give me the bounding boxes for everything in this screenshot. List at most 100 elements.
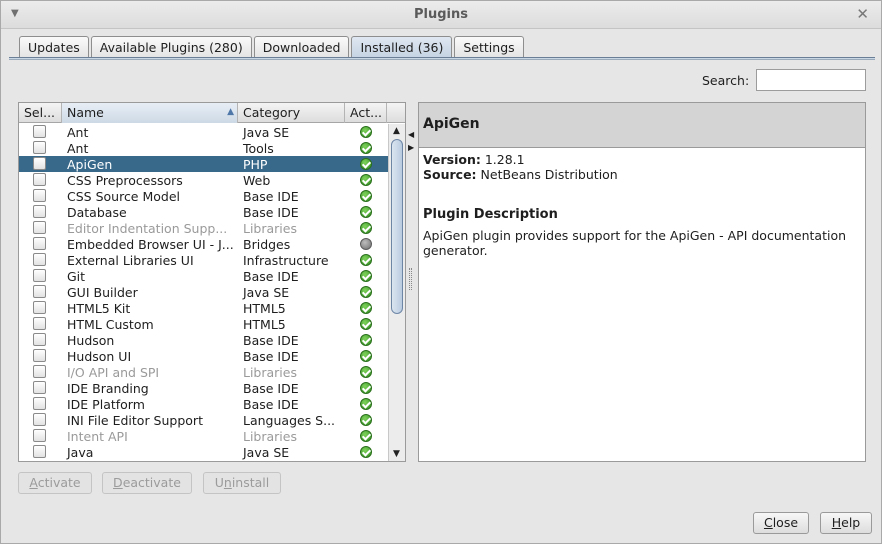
row-category: Java SE (243, 284, 290, 300)
uninstall-label-post: install (231, 475, 270, 490)
table-row[interactable]: CSS Preprocessors Web (19, 172, 388, 188)
active-check-icon (360, 430, 372, 442)
row-checkbox[interactable] (33, 381, 46, 394)
detail-title: ApiGen (419, 103, 865, 148)
activate-mnemonic: A (29, 475, 38, 490)
tab-installed[interactable]: Installed (36) (351, 36, 453, 58)
help-mnemonic: H (831, 515, 842, 530)
row-checkbox[interactable] (33, 301, 46, 314)
row-checkbox[interactable] (33, 125, 46, 138)
row-checkbox[interactable] (33, 397, 46, 410)
uninstall-button[interactable]: Uninstall (203, 472, 281, 494)
row-name: IDE Branding (67, 380, 149, 396)
table-row[interactable]: IDE Branding Base IDE (19, 380, 388, 396)
expand-right-icon[interactable]: ▶ (408, 143, 414, 152)
row-checkbox[interactable] (33, 157, 46, 170)
close-button[interactable]: Close (753, 512, 809, 534)
help-button[interactable]: Help (820, 512, 872, 534)
row-select-cell (19, 380, 62, 396)
close-label: lose (772, 515, 799, 530)
row-checkbox[interactable] (33, 365, 46, 378)
scroll-up-icon[interactable]: ▲ (393, 126, 400, 136)
table-row[interactable]: HTML Custom HTML5 (19, 316, 388, 332)
table-row[interactable]: Ant Java SE (19, 124, 388, 140)
table-row[interactable]: Ant Tools (19, 140, 388, 156)
row-checkbox[interactable] (33, 237, 46, 250)
close-mnemonic: C (763, 515, 773, 530)
column-header-category[interactable]: Category (238, 103, 345, 123)
row-checkbox[interactable] (33, 349, 46, 362)
active-check-icon (360, 286, 372, 298)
description-heading: Plugin Description (423, 207, 558, 222)
table-row[interactable]: GUI Builder Java SE (19, 284, 388, 300)
row-checkbox[interactable] (33, 317, 46, 330)
table-row[interactable]: Java Java SE (19, 444, 388, 460)
table-row[interactable]: Hudson Base IDE (19, 332, 388, 348)
table-body: Ant Java SE Ant Tools ApiGen PHP CSS Preproces… (19, 124, 388, 460)
row-checkbox[interactable] (33, 333, 46, 346)
activate-button[interactable]: Activate (18, 472, 92, 494)
row-name: External Libraries UI (67, 252, 194, 268)
row-name: HTML5 Kit (67, 300, 131, 316)
tab-downloaded[interactable]: Downloaded (253, 36, 350, 58)
table-row[interactable]: External Libraries UI Infrastructure (19, 252, 388, 268)
row-checkbox[interactable] (33, 205, 46, 218)
row-active-cell (345, 172, 387, 188)
collapse-left-icon[interactable]: ◀ (408, 130, 414, 139)
search-input[interactable] (756, 69, 866, 91)
table-row[interactable]: Editor Indentation Supp... Libraries (19, 220, 388, 236)
column-header-select[interactable]: Sel... (19, 103, 62, 123)
row-checkbox[interactable] (33, 253, 46, 266)
table-row[interactable]: Git Base IDE (19, 268, 388, 284)
tab-available-plugins[interactable]: Available Plugins (280) (90, 36, 252, 58)
table-row[interactable]: Database Base IDE (19, 204, 388, 220)
table-row[interactable]: INI File Editor Support Languages S... (19, 412, 388, 428)
row-checkbox[interactable] (33, 141, 46, 154)
scroll-down-icon[interactable]: ▼ (393, 449, 400, 459)
table-row[interactable]: I/O API and SPI Libraries (19, 364, 388, 380)
row-checkbox[interactable] (33, 429, 46, 442)
row-active-cell (345, 412, 387, 428)
table-row[interactable]: Hudson UI Base IDE (19, 348, 388, 364)
row-checkbox[interactable] (33, 285, 46, 298)
deactivate-button[interactable]: Deactivate (102, 472, 192, 494)
table-row[interactable]: Embedded Browser UI - J... Bridges (19, 236, 388, 252)
tab-settings[interactable]: Settings (454, 36, 524, 58)
row-select-cell (19, 268, 62, 284)
close-icon[interactable]: ✕ (856, 5, 869, 23)
active-check-icon (360, 446, 372, 458)
row-category: Libraries (243, 220, 297, 236)
row-active-cell (345, 284, 387, 300)
row-checkbox[interactable] (33, 189, 46, 202)
row-name: CSS Preprocessors (67, 172, 183, 188)
row-active-cell (345, 348, 387, 364)
row-name: IDE Platform (67, 396, 145, 412)
table-row[interactable]: Intent API Libraries (19, 428, 388, 444)
row-active-cell (345, 252, 387, 268)
column-header-name[interactable]: Name ▲ (62, 103, 238, 123)
row-checkbox[interactable] (33, 173, 46, 186)
search-label: Search: (702, 73, 750, 88)
row-checkbox[interactable] (33, 221, 46, 234)
table-row[interactable]: HTML5 Kit HTML5 (19, 300, 388, 316)
split-pane-divider[interactable]: ◀ ▶ (407, 102, 417, 462)
row-checkbox[interactable] (33, 445, 46, 458)
active-check-icon (360, 366, 372, 378)
row-select-cell (19, 300, 62, 316)
row-category: Base IDE (243, 204, 299, 220)
table-row[interactable]: ApiGen PHP (19, 156, 388, 172)
row-name: Editor Indentation Supp... (67, 220, 228, 236)
row-checkbox[interactable] (33, 269, 46, 282)
table-scrollbar[interactable]: ▲ ▼ (388, 124, 405, 461)
table-row[interactable]: CSS Source Model Base IDE (19, 188, 388, 204)
column-header-active[interactable]: Act... (345, 103, 387, 123)
tab-updates[interactable]: Updates (19, 36, 89, 58)
row-checkbox[interactable] (33, 413, 46, 426)
splitter-grip[interactable] (409, 268, 412, 290)
table-row[interactable]: IDE Platform Base IDE (19, 396, 388, 412)
row-name: Database (67, 204, 127, 220)
row-select-cell (19, 332, 62, 348)
row-name: Embedded Browser UI - J... (67, 236, 234, 252)
row-name: Intent API (67, 428, 128, 444)
scrollbar-thumb[interactable] (391, 139, 403, 314)
